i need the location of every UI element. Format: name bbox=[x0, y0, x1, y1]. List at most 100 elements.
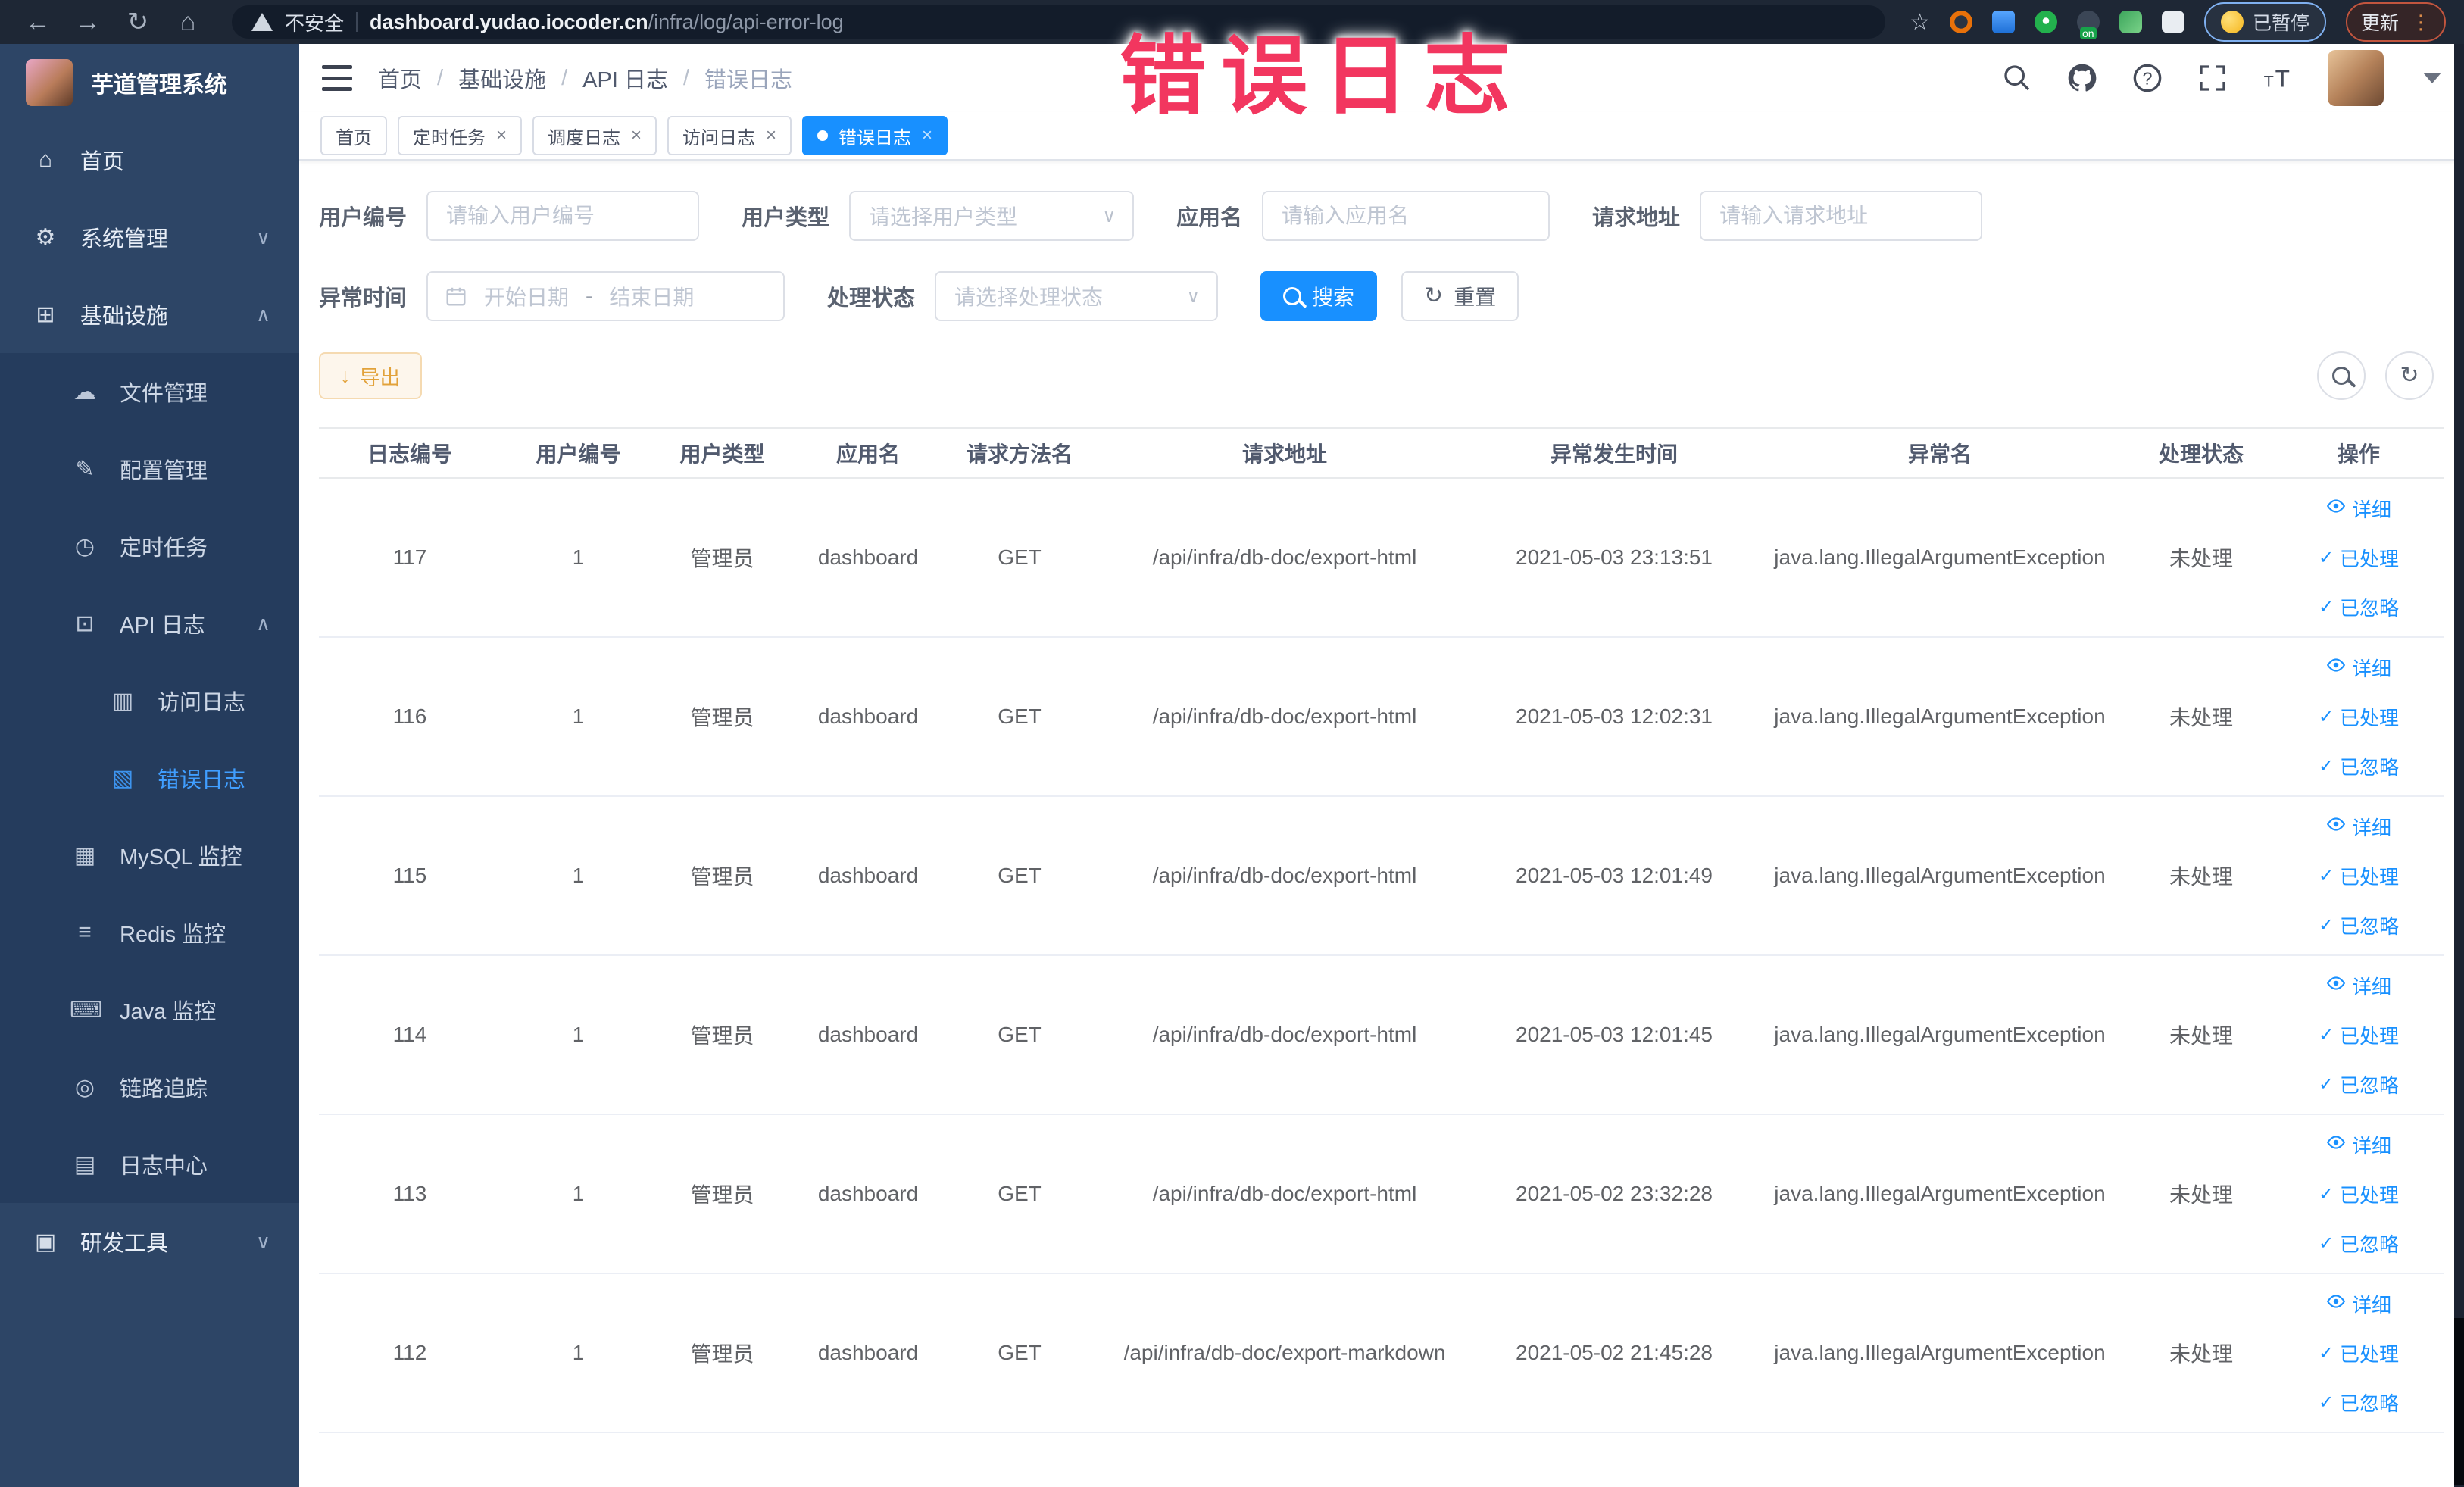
action-ignored[interactable]: ✓ 已忽略 bbox=[2319, 911, 2399, 939]
font-size-icon[interactable]: TT bbox=[2263, 63, 2293, 93]
action-ignored[interactable]: ✓ 已忽略 bbox=[2319, 1070, 2399, 1098]
sidebar-item-11[interactable]: ⌨ Java 监控 bbox=[0, 971, 299, 1048]
action-ignored[interactable]: ✓ 已忽略 bbox=[2319, 1389, 2399, 1417]
security-label[interactable]: 不安全 bbox=[285, 8, 344, 36]
action-detail[interactable]: 详细 bbox=[2326, 495, 2391, 523]
extension-leaf-icon[interactable] bbox=[2119, 11, 2142, 33]
sidebar-logo[interactable]: 芋道管理系统 bbox=[0, 44, 299, 121]
tab-3[interactable]: 访问日志 × bbox=[667, 116, 792, 155]
sidebar-item-4[interactable]: ✎ 配置管理 bbox=[0, 430, 299, 508]
refresh-table-button[interactable]: ↻ bbox=[2385, 351, 2434, 400]
sidebar-item-10[interactable]: ≡ Redis 监控 bbox=[0, 894, 299, 971]
action-ignored[interactable]: ✓ 已忽略 bbox=[2319, 1229, 2399, 1257]
tab-close-icon[interactable]: × bbox=[766, 125, 776, 146]
extension-grid-icon[interactable]: on bbox=[2076, 11, 2100, 39]
tab-2[interactable]: 调度日志 × bbox=[532, 116, 657, 155]
cell-user_id: 1 bbox=[572, 1182, 585, 1205]
error-log-table: 日志编号 用户编号 用户类型 应用名 请求方法名 请求地址 异常发生时间 异常名 处理状态 操作 … bbox=[319, 427, 2444, 1433]
extension-orange-icon[interactable] bbox=[1949, 11, 1972, 33]
action-processed[interactable]: ✓ 已处理 bbox=[2319, 1021, 2399, 1049]
tab-4[interactable]: 错误日志 × bbox=[802, 116, 948, 155]
sidebar-item-6[interactable]: ⊡ API 日志 ∧ bbox=[0, 585, 299, 662]
action-label: 已处理 bbox=[2340, 865, 2400, 889]
action-detail[interactable]: 详细 bbox=[2326, 1290, 2391, 1318]
action-ignored[interactable]: ✓ 已忽略 bbox=[2319, 593, 2399, 621]
page-scrollbar[interactable] bbox=[2454, 44, 2464, 1487]
collapse-sidebar-icon[interactable] bbox=[322, 65, 352, 91]
search-button[interactable]: 搜索 bbox=[1260, 271, 1378, 321]
help-icon[interactable]: ? bbox=[2132, 63, 2163, 93]
sidebar-item-3[interactable]: ☁ 文件管理 bbox=[0, 353, 299, 430]
search-icon[interactable] bbox=[2002, 63, 2032, 93]
cell-app: dashboard bbox=[817, 864, 919, 887]
app-name-input[interactable] bbox=[1262, 191, 1551, 241]
extension-check-icon[interactable] bbox=[2034, 11, 2057, 33]
home-icon[interactable]: ⌂ bbox=[168, 0, 208, 44]
action-detail[interactable]: 详细 bbox=[2326, 1131, 2391, 1159]
sidebar-item-label: 文件管理 bbox=[120, 382, 208, 406]
filter-user-no: 用户编号 bbox=[319, 191, 700, 241]
browser-menu-icon[interactable]: ⋮ bbox=[2411, 11, 2431, 34]
sidebar-item-13[interactable]: ▤ 日志中心 bbox=[0, 1126, 299, 1203]
date-range-picker[interactable]: 开始日期 - 结束日期 bbox=[426, 271, 785, 321]
action-processed[interactable]: ✓ 已处理 bbox=[2319, 703, 2399, 731]
sidebar-item-2[interactable]: ⊞ 基础设施 ∧ bbox=[0, 276, 299, 353]
sidebar-item-14[interactable]: ▣ 研发工具 ∨ bbox=[0, 1203, 299, 1280]
sidebar-item-5[interactable]: ◷ 定时任务 bbox=[0, 508, 299, 585]
sidebar-item-7[interactable]: ▥ 访问日志 bbox=[0, 662, 299, 739]
fullscreen-icon[interactable] bbox=[2197, 63, 2228, 93]
tab-close-icon[interactable]: × bbox=[496, 125, 507, 146]
chevron-up-icon: ∧ bbox=[255, 302, 270, 326]
action-label: 已处理 bbox=[2340, 1024, 2400, 1048]
address-bar[interactable]: 不安全 dashboard.yudao.iocoder.cn/infra/log… bbox=[232, 5, 1886, 39]
reload-icon[interactable]: ↻ bbox=[118, 0, 158, 44]
tab-0[interactable]: 首页 bbox=[320, 116, 387, 155]
breadcrumb-item-2[interactable]: API 日志 bbox=[582, 62, 668, 94]
user-type-select[interactable]: 请选择用户类型 ∨ bbox=[849, 191, 1135, 241]
action-ignored[interactable]: ✓ 已忽略 bbox=[2319, 752, 2399, 780]
tab-1[interactable]: 定时任务 × bbox=[398, 116, 523, 155]
forward-icon[interactable]: → bbox=[68, 0, 108, 44]
tab-label: 访问日志 bbox=[682, 127, 756, 148]
paused-badge[interactable]: 已暂停 bbox=[2203, 2, 2326, 42]
request-url-input[interactable] bbox=[1700, 191, 1983, 241]
tab-close-icon[interactable]: × bbox=[922, 125, 932, 146]
extension-puzzle-icon[interactable] bbox=[2161, 11, 2184, 33]
action-processed[interactable]: ✓ 已处理 bbox=[2319, 862, 2399, 890]
cell-time: 2021-05-03 12:02:31 bbox=[1516, 704, 1713, 728]
action-processed[interactable]: ✓ 已处理 bbox=[2319, 1180, 2399, 1208]
process-status-select[interactable]: 请选择处理状态 ∨ bbox=[935, 271, 1219, 321]
bookmark-star-icon[interactable]: ☆ bbox=[1910, 9, 1930, 36]
reset-button[interactable]: ↻ 重置 bbox=[1401, 271, 1519, 321]
action-processed[interactable]: ✓ 已处理 bbox=[2319, 1339, 2399, 1367]
sidebar-item-12[interactable]: ◎ 链路追踪 bbox=[0, 1048, 299, 1126]
log-center-icon: ▤ bbox=[73, 1151, 96, 1177]
date-end-placeholder[interactable]: 结束日期 bbox=[609, 281, 694, 311]
browser-update-button[interactable]: 更新 ⋮ bbox=[2345, 2, 2446, 42]
export-button[interactable]: ↓ 导出 bbox=[319, 352, 422, 399]
breadcrumb-item-1[interactable]: 基础设施 bbox=[458, 62, 546, 94]
date-start-placeholder[interactable]: 开始日期 bbox=[484, 281, 569, 311]
sidebar-item-1[interactable]: ⚙ 系统管理 ∨ bbox=[0, 198, 299, 276]
home-icon: ⌂ bbox=[38, 147, 53, 172]
sidebar-item-8[interactable]: ▧ 错误日志 bbox=[0, 739, 299, 817]
breadcrumb-item-0[interactable]: 首页 bbox=[378, 62, 422, 94]
user-menu-caret-icon[interactable] bbox=[2423, 73, 2441, 83]
github-icon[interactable] bbox=[2067, 63, 2097, 93]
action-detail[interactable]: 详细 bbox=[2326, 654, 2391, 682]
user-no-input[interactable] bbox=[426, 191, 700, 241]
action-detail[interactable]: 详细 bbox=[2326, 972, 2391, 1000]
action-processed[interactable]: ✓ 已处理 bbox=[2319, 544, 2399, 572]
tab-close-icon[interactable]: × bbox=[631, 125, 642, 146]
user-avatar[interactable] bbox=[2328, 50, 2384, 106]
cell-url: /api/infra/db-doc/export-html bbox=[1152, 864, 1417, 887]
back-icon[interactable]: ← bbox=[18, 0, 58, 44]
sidebar-item-9[interactable]: ▦ MySQL 监控 bbox=[0, 817, 299, 894]
action-label: 已处理 bbox=[2340, 1183, 2400, 1207]
toggle-search-button[interactable] bbox=[2317, 351, 2366, 400]
row-actions: 详细 ✓ 已处理 ✓ 已忽略 bbox=[2273, 1290, 2444, 1417]
extension-shield-icon[interactable] bbox=[1991, 11, 2015, 33]
sidebar-item-0[interactable]: ⌂ 首页 bbox=[0, 121, 299, 198]
scrollbar-thumb[interactable] bbox=[2454, 1318, 2464, 1485]
action-detail[interactable]: 详细 bbox=[2326, 813, 2391, 841]
